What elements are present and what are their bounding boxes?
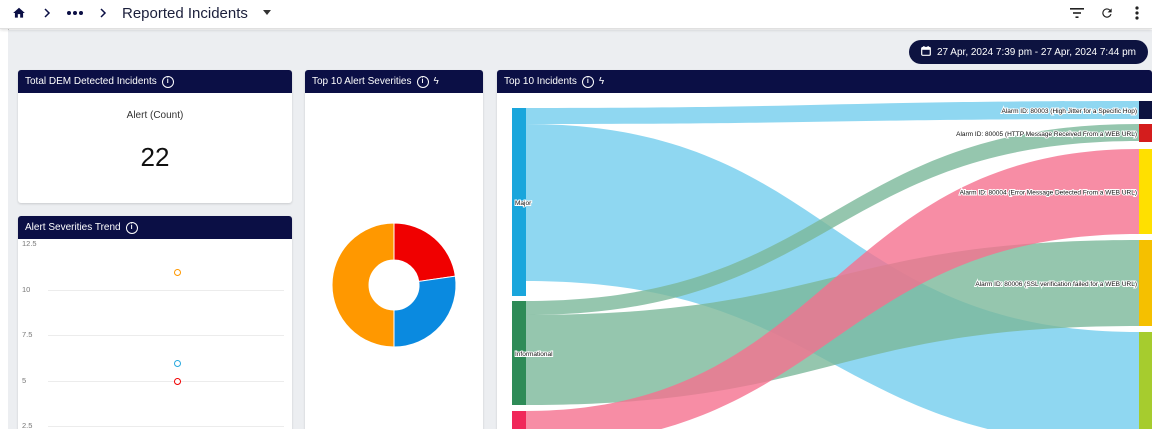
severities-donut-chart (331, 222, 457, 348)
card-title: Top 10 Alert Severities (312, 76, 412, 87)
data-point[interactable] (174, 359, 181, 367)
top-bar: Reported Incidents (0, 0, 1152, 29)
y-tick-label: 2.5 (22, 421, 33, 429)
home-icon[interactable] (10, 4, 28, 22)
info-icon[interactable]: i (581, 75, 594, 88)
info-icon[interactable]: i (416, 75, 429, 88)
data-point[interactable] (174, 378, 181, 385)
top-alert-severities-card: Top 10 Alert Severities i ϟ (305, 70, 483, 429)
more-vert-icon[interactable] (1128, 4, 1146, 22)
card-header: Top 10 Incidents i ϟ (497, 70, 1152, 93)
total-incidents-card: Total DEM Detected Incidents i Alert (Co… (18, 70, 292, 203)
chevron-right-icon (94, 4, 112, 22)
bolt-icon[interactable]: ϟ (599, 76, 604, 87)
trend-chart: 12.5 10 7.5 5 2.5 (18, 239, 292, 429)
incidents-sankey-chart: Major Informational Alarm ID: 80003 (High … (512, 101, 1152, 429)
top-incidents-card: Top 10 Incidents i ϟ Major Informational A… (497, 70, 1152, 429)
card-title: Alert Severities Trend (25, 222, 121, 233)
sankey-target-label: Alarm ID: 80006 (SSL verification failed… (975, 281, 1137, 288)
donut-slice[interactable] (393, 222, 456, 283)
bolt-icon[interactable]: ϟ (434, 76, 439, 87)
sankey-target-label: Alarm ID: 80003 (High Jitter for a Speci… (1002, 108, 1137, 115)
card-title: Top 10 Incidents (504, 76, 577, 87)
data-point[interactable] (174, 268, 181, 276)
gridline (48, 380, 284, 382)
chevron-right-icon (38, 4, 56, 22)
refresh-icon[interactable] (1098, 4, 1116, 22)
date-range-picker[interactable]: 27 Apr, 2024 7:39 pm - 27 Apr, 2024 7:44… (908, 40, 1148, 64)
donut-slice[interactable] (331, 222, 395, 348)
card-title: Total DEM Detected Incidents (25, 76, 157, 87)
gridline (48, 289, 284, 291)
calendar-icon (921, 45, 931, 59)
sankey-target-label: Alarm ID: 80005 (HTTP Message Received F… (956, 131, 1137, 138)
sankey-source-label: Informational (515, 351, 553, 358)
filter-icon[interactable] (1068, 4, 1086, 22)
kpi-value: 22 (140, 142, 170, 172)
more-horiz-icon[interactable] (66, 4, 84, 22)
card-header: Alert Severities Trend i (18, 216, 292, 239)
page-title: Reported Incidents (122, 4, 248, 22)
kpi-label: Alert (Count) (126, 110, 184, 121)
donut-slice[interactable] (393, 275, 457, 348)
sankey-target-node[interactable] (1139, 101, 1152, 119)
gridline (48, 426, 284, 427)
gridline (48, 335, 284, 336)
sankey-target-node[interactable] (1139, 149, 1152, 234)
dashboard-area: 27 Apr, 2024 7:39 pm - 27 Apr, 2024 7:44… (8, 30, 1152, 429)
sankey-target-node[interactable] (1139, 240, 1152, 326)
info-icon[interactable]: i (125, 221, 138, 234)
card-header: Top 10 Alert Severities i ϟ (305, 70, 483, 93)
caret-down-icon[interactable] (258, 4, 276, 22)
sankey-source-node[interactable] (512, 411, 526, 429)
card-header: Total DEM Detected Incidents i (18, 70, 292, 93)
info-icon[interactable]: i (161, 75, 174, 88)
sankey-target-node[interactable] (1139, 332, 1152, 429)
y-tick-label: 10 (22, 284, 31, 294)
alert-severities-trend-card: Alert Severities Trend i 12.5 10 7.5 5 2.5 (18, 216, 292, 429)
date-range-text: 27 Apr, 2024 7:39 pm - 27 Apr, 2024 7:44… (936, 46, 1136, 58)
sankey-target-label: Alarm ID: 80004 (Error Message Detected … (960, 190, 1137, 197)
y-tick-label: 12.5 (22, 239, 37, 248)
sankey-target-node[interactable] (1139, 124, 1152, 142)
y-tick-label: 7.5 (22, 330, 33, 339)
sankey-source-label: Major (515, 200, 532, 207)
y-tick-label: 5 (22, 375, 27, 385)
